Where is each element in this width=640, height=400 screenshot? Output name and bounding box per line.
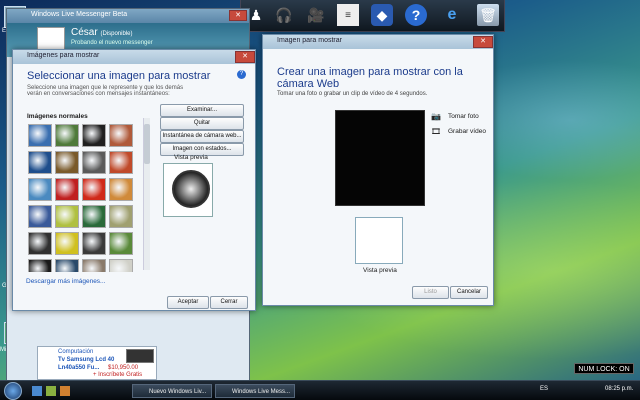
picture-thumbnail[interactable]	[109, 205, 133, 228]
picture-thumbnail[interactable]	[55, 259, 79, 272]
quicklaunch-icon[interactable]	[60, 386, 70, 396]
picture-thumbnail[interactable]	[28, 205, 52, 228]
picture-thumbnail[interactable]	[109, 178, 133, 201]
webcam-dialog-heading: Crear una imagen para mostrar con la cám…	[277, 66, 463, 90]
picture-grid-scrollbar[interactable]	[143, 118, 150, 270]
coin-icon	[172, 170, 210, 208]
picture-thumbnail[interactable]	[82, 124, 106, 147]
webcam-preview-label: Vista previa	[363, 267, 397, 274]
ad-price: $10,950.00	[108, 365, 139, 371]
picture-dialog-description: Seleccione una imagen que le represente …	[27, 85, 184, 97]
picture-preview	[163, 163, 213, 217]
picture-dialog-close-icon[interactable]: ✕	[235, 51, 255, 63]
help-icon[interactable]: ?	[237, 70, 246, 79]
browse-button[interactable]: Examinar...	[160, 104, 244, 117]
picture-thumbnail[interactable]	[82, 151, 106, 174]
camera-icon: 📷	[431, 112, 441, 121]
numlock-indicator: NUM LOCK: ON	[574, 363, 634, 374]
picture-thumbnail[interactable]	[28, 151, 52, 174]
picture-thumbnail[interactable]	[82, 232, 106, 255]
picture-thumbnail[interactable]	[28, 259, 52, 272]
ad-line2[interactable]: Ln40a550 Fu...	[58, 365, 99, 371]
webcam-snapshot-button[interactable]: Instantánea de cámara web...	[160, 130, 244, 143]
picture-dialog-heading: Seleccionar una imagen para mostrar	[27, 70, 211, 82]
ad-cta[interactable]: + Inscríbete Gratis	[93, 372, 142, 378]
done-button[interactable]: Listo	[412, 286, 449, 299]
webcam-viewport	[335, 110, 425, 206]
internet-explorer-icon[interactable]: e	[441, 4, 463, 26]
messenger-close-button[interactable]: ✕	[229, 10, 247, 21]
picture-thumbnail[interactable]	[109, 151, 133, 174]
preview-label: Vista previa	[174, 154, 208, 161]
accept-button[interactable]: Aceptar	[167, 296, 209, 309]
picture-thumbnail[interactable]	[55, 151, 79, 174]
video-icon: 🎞	[431, 127, 442, 136]
personal-message[interactable]: Probando el nuevo messenger	[71, 40, 153, 46]
remove-button[interactable]: Quitar	[160, 117, 244, 130]
picture-thumbnail[interactable]	[55, 124, 79, 147]
cancel-button[interactable]: Cancelar	[450, 286, 488, 299]
ad-category: Computación	[58, 349, 94, 355]
picture-thumbnail[interactable]	[82, 259, 106, 272]
record-video-button[interactable]: Grabar vídeo	[448, 128, 486, 135]
security-shield-icon[interactable]: ◆	[371, 4, 393, 26]
camcorder-icon[interactable]: 🎥	[305, 4, 327, 26]
picture-thumbnail[interactable]	[55, 232, 79, 255]
ad-product-image	[126, 349, 154, 363]
picture-dialog-title: Imágenes para mostrar	[13, 50, 255, 64]
picture-thumbnail[interactable]	[55, 178, 79, 201]
picture-thumbnail[interactable]	[28, 124, 52, 147]
webcam-dialog-description: Tomar una foto o grabar un clip de vídeo…	[277, 91, 428, 97]
picture-grid	[26, 122, 140, 272]
top-dock: ♟ 🎧 🎥 ≡ ◆ ? e 🗑	[240, 0, 505, 32]
quicklaunch-icon[interactable]	[32, 386, 42, 396]
section-label: Imágenes normales	[27, 113, 88, 120]
picture-thumbnail[interactable]	[55, 205, 79, 228]
take-photo-button[interactable]: Tomar foto	[448, 113, 479, 120]
language-indicator[interactable]: ES	[540, 386, 548, 392]
start-button[interactable]	[4, 382, 22, 400]
recycle-bin-icon[interactable]: 🗑	[477, 4, 499, 26]
document-icon[interactable]: ≡	[337, 4, 359, 26]
taskbar-button-new-messenger[interactable]: Nuevo Windows Liv...	[132, 384, 212, 398]
clock[interactable]: 08:25 p.m.	[605, 386, 633, 392]
ad-line1[interactable]: Tv Samsung Lcd 40	[58, 357, 114, 363]
webcam-dialog-close-icon[interactable]: ✕	[473, 36, 493, 48]
picture-thumbnail[interactable]	[109, 124, 133, 147]
user-name[interactable]: César (Disponible)	[71, 27, 132, 38]
download-more-link[interactable]: Descargar más imágenes...	[26, 278, 105, 285]
webcam-preview	[355, 217, 403, 264]
messenger-title: Windows Live Messenger Beta	[7, 9, 249, 23]
ad-banner[interactable]: Computación Tv Samsung Lcd 40 Ln40a550 F…	[37, 346, 157, 380]
headphones-icon[interactable]: 🎧	[273, 4, 295, 26]
close-button[interactable]: Cerrar	[210, 296, 248, 309]
taskbar: Nuevo Windows Liv... Windows Live Mess..…	[0, 380, 640, 400]
webcam-dialog-title: Imagen para mostrar	[263, 35, 493, 49]
help-icon[interactable]: ?	[405, 4, 427, 26]
picture-thumbnail[interactable]	[28, 178, 52, 201]
picture-thumbnail[interactable]	[28, 232, 52, 255]
picture-thumbnail[interactable]	[109, 232, 133, 255]
picture-thumbnail[interactable]	[82, 205, 106, 228]
quicklaunch-icon[interactable]	[46, 386, 56, 396]
picture-thumbnail[interactable]	[82, 178, 106, 201]
taskbar-button-messenger[interactable]: Windows Live Mess...	[215, 384, 295, 398]
picture-thumbnail[interactable]	[109, 259, 133, 272]
